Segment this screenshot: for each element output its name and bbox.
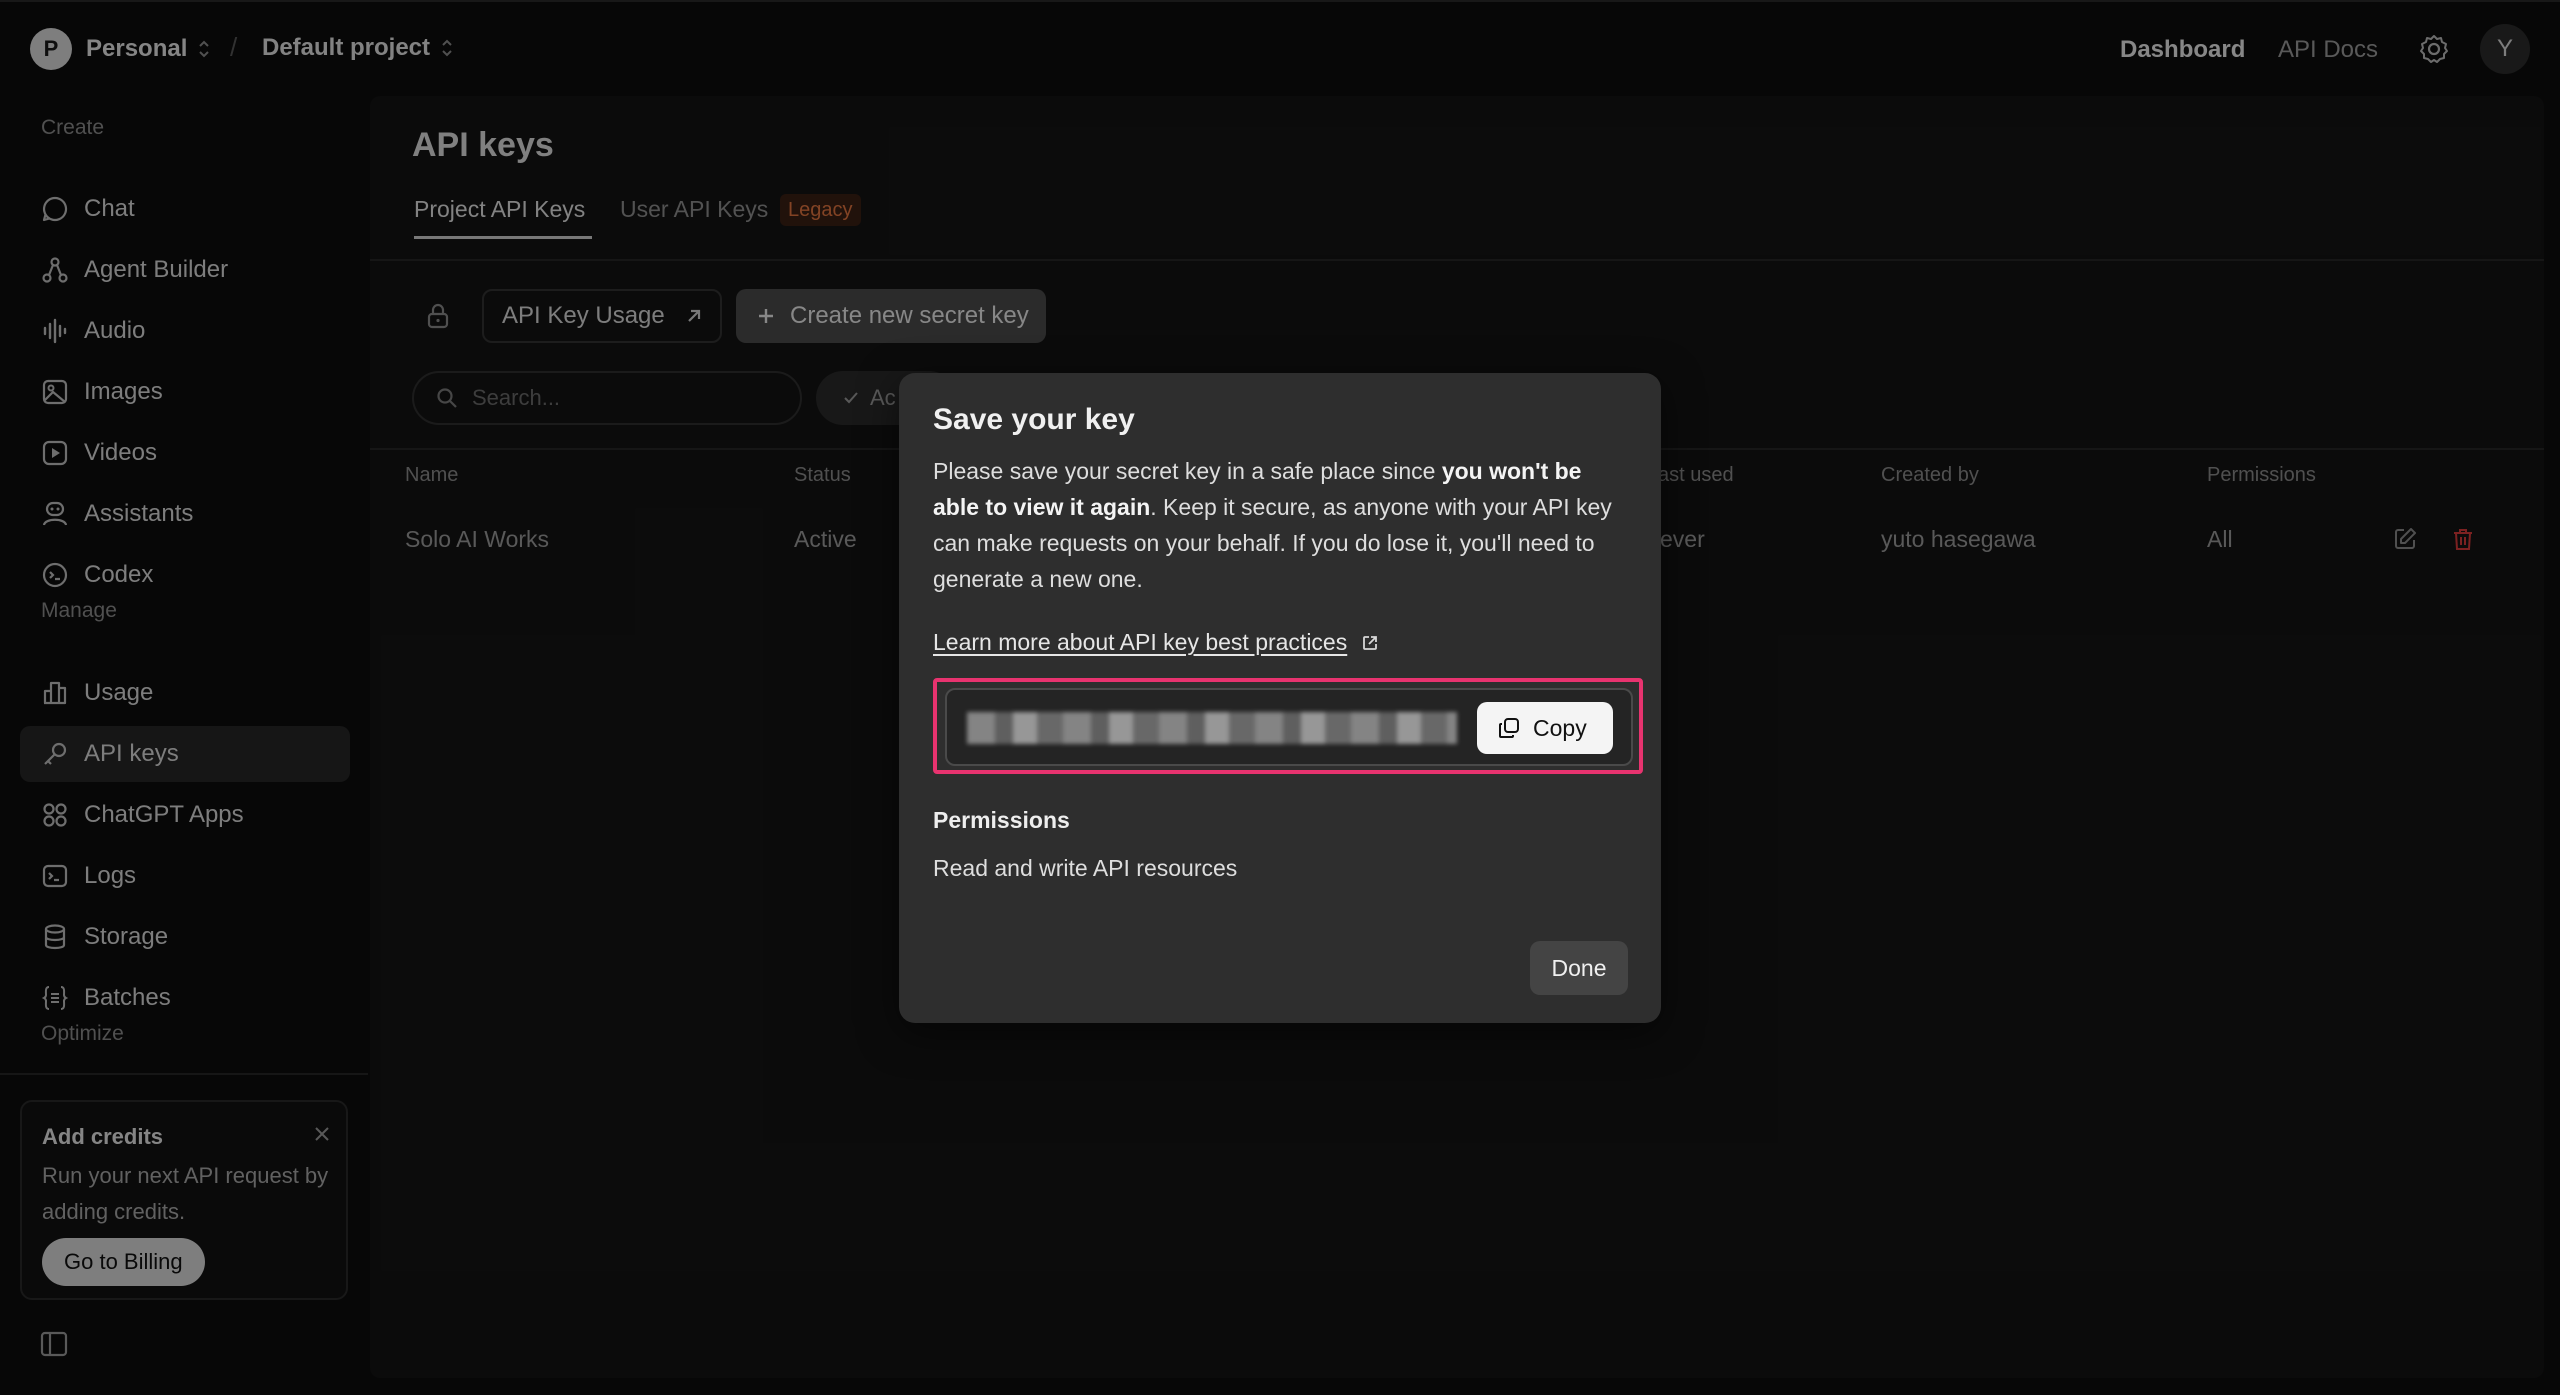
secret-key-value-redacted (967, 712, 1457, 744)
copy-icon (1499, 718, 1519, 738)
permissions-value: Read and write API resources (933, 855, 1238, 881)
best-practices-link-label: Learn more about API key best practices (933, 629, 1348, 655)
key-highlight-frame: Copy (933, 678, 1643, 774)
copy-button[interactable]: Copy (1477, 702, 1613, 754)
dialog-title: Save your key (933, 403, 1135, 436)
permissions-heading: Permissions (933, 807, 1070, 833)
done-button[interactable]: Done (1530, 941, 1628, 995)
secret-key-field[interactable]: Copy (945, 688, 1633, 766)
save-key-dialog: Save your key Please save your secret ke… (899, 373, 1661, 1023)
dialog-description-part-1: Please save your secret key in a safe pl… (933, 458, 1442, 484)
copy-label: Copy (1533, 714, 1587, 741)
dialog-description: Please save your secret key in a safe pl… (933, 453, 1633, 597)
best-practices-link[interactable]: Learn more about API key best practices (933, 629, 1379, 656)
external-link-icon (1363, 635, 1378, 650)
